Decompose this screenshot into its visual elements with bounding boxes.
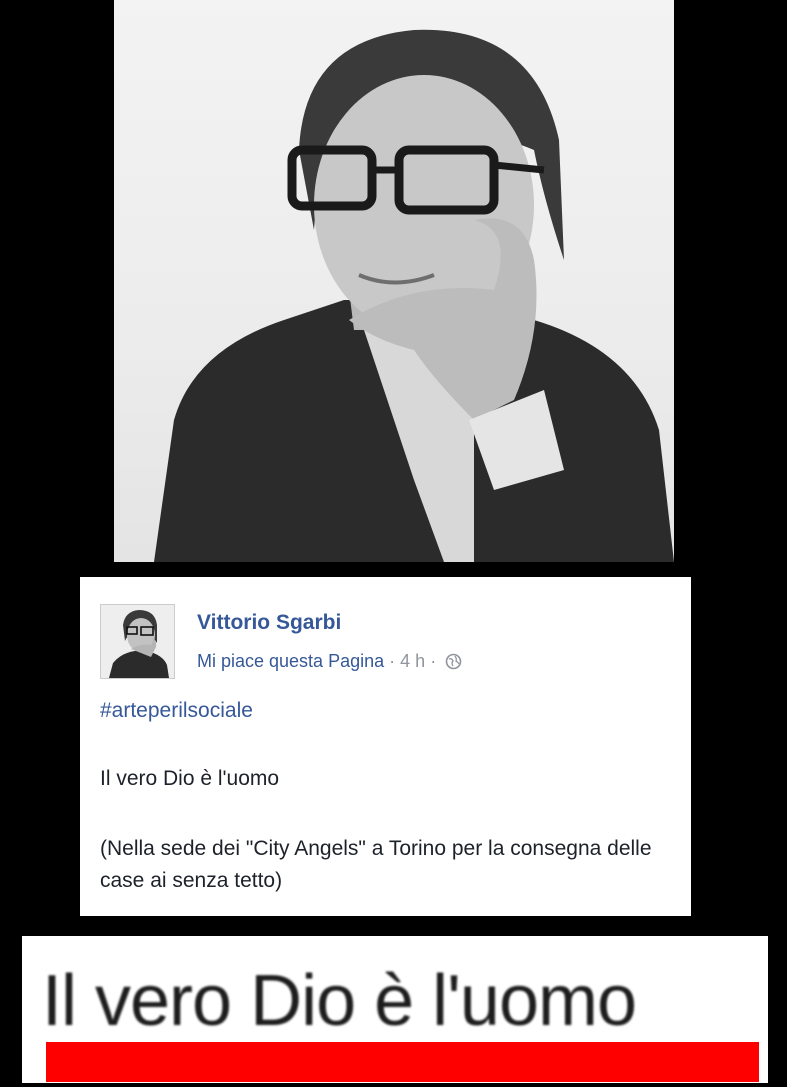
red-underline-bar <box>46 1042 759 1082</box>
like-page-link[interactable]: Mi piace questa Pagina <box>197 651 384 671</box>
globe-icon[interactable] <box>445 653 462 675</box>
meta-separator: · <box>430 651 437 671</box>
post-meta: Mi piace questa Pagina · 4 h · <box>197 651 462 675</box>
post-text-line-1: Il vero Dio è l'uomo <box>100 767 280 790</box>
author-avatar[interactable] <box>100 604 175 679</box>
portrait-photo <box>114 0 674 562</box>
meta-separator: · <box>389 651 396 671</box>
post-timestamp[interactable]: 4 h <box>400 651 425 671</box>
post-text-line-2: (Nella sede dei "City Angels" a Torino p… <box>100 837 652 892</box>
hashtag-link[interactable]: #arteperilsociale <box>100 699 253 723</box>
author-name-link[interactable]: Vittorio Sgarbi <box>197 611 341 635</box>
zoomed-quote-text: Il vero Dio è l'uomo <box>42 961 637 1041</box>
facebook-post-card: Vittorio Sgarbi Mi piace questa Pagina ·… <box>80 577 691 916</box>
zoomed-quote-banner: Il vero Dio è l'uomo <box>22 936 768 1083</box>
